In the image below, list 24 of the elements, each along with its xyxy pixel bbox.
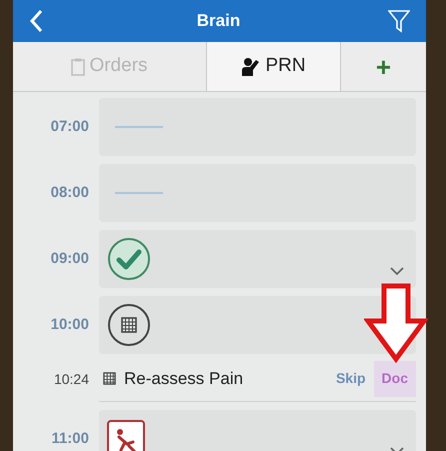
task-title: Re-assess Pain (124, 368, 244, 390)
empty-dash (115, 126, 163, 128)
time-label: 10:00 (50, 314, 90, 335)
doc-button[interactable]: Doc (374, 360, 416, 396)
time-label: 11:00 (50, 428, 90, 449)
task-row[interactable]: Re-assess Pain Skip Doc (99, 356, 416, 402)
time-label: 08:00 (50, 182, 90, 203)
chevron-down-icon[interactable] (390, 267, 404, 276)
filter-icon[interactable] (388, 9, 410, 33)
time-label: 09:00 (50, 248, 90, 269)
time-label: 10:24 (52, 370, 90, 388)
check-circle-icon (107, 237, 151, 281)
header-title: Brain (196, 10, 240, 32)
tab[interactable]: PRN (206, 42, 340, 91)
person-icon (241, 56, 262, 76)
time-label: 07:00 (50, 116, 90, 137)
time-slot-card[interactable] (99, 410, 416, 451)
table-icon (103, 372, 116, 385)
clipboard-icon (71, 58, 86, 76)
time-slot-card[interactable] (99, 230, 416, 288)
empty-dash (115, 192, 163, 194)
table-circle-icon (107, 303, 151, 347)
skip-button[interactable]: Skip (328, 360, 374, 396)
fall-icon (107, 420, 145, 451)
